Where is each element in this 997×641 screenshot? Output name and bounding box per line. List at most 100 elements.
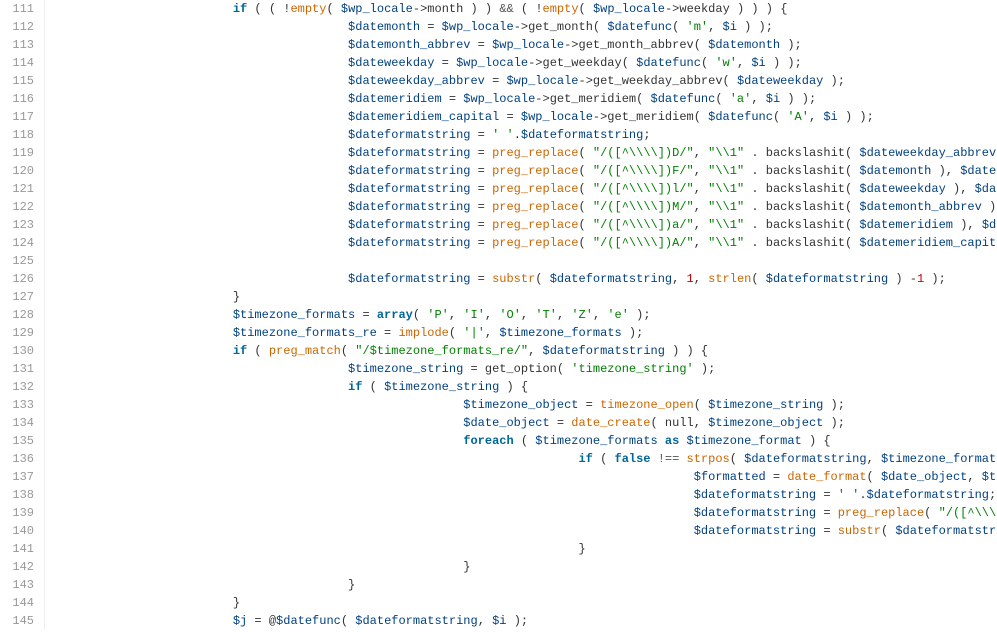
token-fn: preg_replace (492, 200, 578, 214)
line-number: 134 (10, 414, 34, 432)
code-line[interactable]: } (60, 558, 997, 576)
code-line[interactable]: $dateformatstring = ' '.$dateformatstrin… (60, 486, 997, 504)
token-plain: , (694, 218, 708, 232)
token-plain: ( (593, 452, 615, 466)
token-plain: ( (514, 434, 536, 448)
token-var: $dateformatstring (348, 146, 470, 160)
code-line[interactable]: $dateweekday_abbrev = $wp_locale->get_we… (60, 72, 997, 90)
token-str: "\\1" (708, 164, 744, 178)
token-str: "/([^\\\\])a/" (593, 218, 694, 232)
line-number: 143 (10, 576, 34, 594)
code-line[interactable]: $dateformatstring = ' '.$dateformatstrin… (60, 126, 997, 144)
token-plain: ( (449, 326, 463, 340)
token-plain: , (867, 452, 881, 466)
token-fn: substr (838, 524, 881, 538)
token-plain: ( (579, 200, 593, 214)
code-line[interactable]: $j = @$datefunc( $dateformatstring, $i )… (60, 612, 997, 630)
token-fn: strlen (708, 272, 751, 286)
token-plain: ->get_month_abbrev( (564, 38, 708, 52)
token-plain: . (514, 128, 521, 142)
token-plain: , (694, 236, 708, 250)
token-fn: date_create (571, 416, 650, 430)
code-line[interactable]: $timezone_formats = array( 'P', 'I', 'O'… (60, 306, 997, 324)
code-line[interactable]: } (60, 594, 997, 612)
token-plain: = (470, 38, 492, 52)
token-plain: ( ( ! (247, 2, 290, 16)
code-line[interactable]: if ( ( !empty( $wp_locale->month ) ) && … (60, 0, 997, 18)
line-number: 118 (10, 126, 34, 144)
token-var: $dateformatstring (982, 218, 997, 232)
token-var: $j (233, 614, 247, 628)
token-plain: ; (643, 128, 650, 142)
token-var: $timezone_string (708, 398, 823, 412)
code-line[interactable]: $timezone_formats_re = implode( '|', $ti… (60, 324, 997, 342)
token-plain: ) ); (766, 56, 802, 70)
token-var: $wp_locale (593, 2, 665, 16)
line-number: 145 (10, 612, 34, 630)
code-line[interactable]: if ( $timezone_string ) { (60, 378, 997, 396)
code-line[interactable]: foreach ( $timezone_formats as $timezone… (60, 432, 997, 450)
code-line[interactable]: $timezone_string = get_option( 'timezone… (60, 360, 997, 378)
token-var: $datemonth (348, 20, 420, 34)
code-line[interactable]: if ( preg_match( "/$timezone_formats_re/… (60, 342, 997, 360)
token-var: $datemeridiem (859, 218, 953, 232)
code-line[interactable]: $datemeridiem_capital = $wp_locale->get_… (60, 108, 997, 126)
code-line[interactable]: $dateformatstring = preg_replace( "/([^\… (60, 180, 997, 198)
token-plain: . backslashit( (744, 182, 859, 196)
token-op: && (499, 2, 513, 16)
token-fn: timezone_open (600, 398, 694, 412)
code-line[interactable]: $formatted = date_format( $date_object, … (60, 468, 997, 486)
code-line[interactable]: $dateformatstring = substr( $dateformats… (60, 522, 997, 540)
token-plain: ( (773, 110, 787, 124)
code-line[interactable]: } (60, 576, 997, 594)
token-plain: ); (823, 416, 845, 430)
token-var: $dateweekday (737, 74, 823, 88)
code-line[interactable]: $datemonth_abbrev = $wp_locale->get_mont… (60, 36, 997, 54)
token-var: $wp_locale (442, 20, 514, 34)
token-plain: , (528, 344, 542, 358)
token-plain: , (694, 164, 708, 178)
token-var: $wp_locale (463, 92, 535, 106)
token-fn: preg_replace (492, 218, 578, 232)
token-var: $dateformatstring (521, 128, 643, 142)
token-plain: , (694, 200, 708, 214)
code-line[interactable]: $dateformatstring = preg_replace( "/([^\… (60, 198, 997, 216)
code-line[interactable]: $dateweekday = $wp_locale->get_weekday( … (60, 54, 997, 72)
code-line[interactable]: } (60, 288, 997, 306)
token-plain: = (816, 506, 838, 520)
token-var: $i (751, 56, 765, 70)
code-line[interactable]: $timezone_object = timezone_open( $timez… (60, 396, 997, 414)
code-line[interactable]: $date_object = date_create( null, $timez… (60, 414, 997, 432)
code-line[interactable]: $dateformatstring = substr( $dateformats… (60, 270, 997, 288)
code-line[interactable]: } (60, 540, 997, 558)
token-kw: as (665, 434, 679, 448)
line-number: 117 (10, 108, 34, 126)
code-line[interactable] (60, 252, 997, 270)
line-number: 125 (10, 252, 34, 270)
token-kw: foreach (463, 434, 513, 448)
code-line[interactable]: $dateformatstring = preg_replace( "/([^\… (60, 162, 997, 180)
code-line[interactable]: $dateformatstring = preg_replace( "/([^\… (60, 144, 997, 162)
token-str: "/([^\\\\])F/" (593, 164, 694, 178)
token-fn: preg_replace (492, 182, 578, 196)
code-line[interactable]: $dateformatstring = preg_replace( "/([^\… (60, 504, 997, 522)
line-number: 124 (10, 234, 34, 252)
token-str: "/([^\\\\])$timezone_format/" (939, 506, 997, 520)
line-number: 119 (10, 144, 34, 162)
token-plain: ( (579, 218, 593, 232)
code-line[interactable]: $datemonth = $wp_locale->get_month( $dat… (60, 18, 997, 36)
token-str: "/([^\\\\])D/" (593, 146, 694, 160)
token-var: $wp_locale (506, 74, 578, 88)
code-body[interactable]: if ( ( !empty( $wp_locale->month ) ) && … (45, 0, 997, 630)
token-var: $timezone_object (708, 416, 823, 430)
token-str: ' ' (492, 128, 514, 142)
code-line[interactable]: $dateformatstring = preg_replace( "/([^\… (60, 234, 997, 252)
token-plain: , (478, 614, 492, 628)
code-line[interactable]: $dateformatstring = preg_replace( "/([^\… (60, 216, 997, 234)
token-plain: . backslashit( (744, 164, 859, 178)
token-str: 'Z' (571, 308, 593, 322)
token-fn: substr (492, 272, 535, 286)
code-line[interactable]: $datemeridiem = $wp_locale->get_meridiem… (60, 90, 997, 108)
token-var: $dateformatstring (744, 452, 866, 466)
code-line[interactable]: if ( false !== strpos( $dateformatstring… (60, 450, 997, 468)
